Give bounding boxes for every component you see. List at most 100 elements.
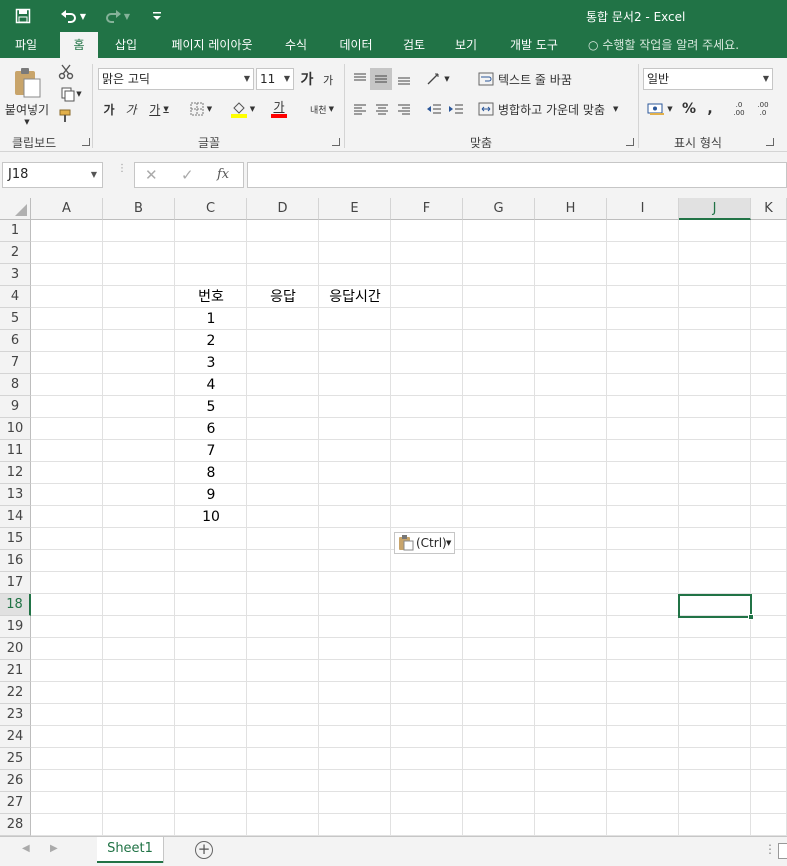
new-sheet-button[interactable]: + xyxy=(195,841,213,859)
align-bottom-button[interactable] xyxy=(394,68,414,90)
row-header-27[interactable]: 27 xyxy=(0,792,31,814)
row-header-2[interactable]: 2 xyxy=(0,242,31,264)
enter-icon[interactable]: ✓ xyxy=(181,166,194,184)
row-header-11[interactable]: 11 xyxy=(0,440,31,462)
underline-button[interactable]: 가 ▼ xyxy=(144,98,174,120)
tab-formulas[interactable]: 수식 xyxy=(278,32,314,58)
formula-bar-grip[interactable]: ⋮ xyxy=(117,164,127,182)
row-header-12[interactable]: 12 xyxy=(0,462,31,484)
row-header-14[interactable]: 14 xyxy=(0,506,31,528)
cell-d4[interactable]: 응답 xyxy=(247,286,319,308)
wrap-text-button[interactable]: 텍스트 줄 바꿈 xyxy=(478,68,582,90)
save-button[interactable] xyxy=(12,6,34,26)
accounting-format-button[interactable]: ▼ xyxy=(644,98,676,120)
row-header-21[interactable]: 21 xyxy=(0,660,31,682)
copy-button[interactable]: ▼ xyxy=(56,84,86,104)
cell-e4[interactable]: 응답시간 xyxy=(319,286,391,308)
decrease-font-button[interactable]: 가 xyxy=(320,70,336,90)
tab-file[interactable]: 파일 xyxy=(6,32,46,58)
row-header-20[interactable]: 20 xyxy=(0,638,31,660)
column-header-g[interactable]: G xyxy=(463,198,535,220)
scroll-sheets-left-icon[interactable]: ◀ xyxy=(22,843,30,854)
cell-c7[interactable]: 3 xyxy=(175,352,247,374)
select-all-button[interactable] xyxy=(0,198,31,220)
row-header-24[interactable]: 24 xyxy=(0,726,31,748)
cell-c13[interactable]: 9 xyxy=(175,484,247,506)
column-header-c[interactable]: C xyxy=(175,198,247,220)
align-middle-button[interactable] xyxy=(370,68,392,90)
orientation-button[interactable]: ▼ xyxy=(422,68,454,90)
bold-button[interactable]: 가 xyxy=(100,98,118,120)
row-header-10[interactable]: 10 xyxy=(0,418,31,440)
phonetic-guide-button[interactable]: 내천 ▼ xyxy=(306,98,338,120)
row-header-15[interactable]: 15 xyxy=(0,528,31,550)
tab-home[interactable]: 홈 xyxy=(60,32,98,58)
cell-c10[interactable]: 6 xyxy=(175,418,247,440)
redo-button[interactable]: ▼ xyxy=(100,6,134,26)
paste-options-button[interactable]: (Ctrl) ▼ xyxy=(394,532,455,554)
increase-indent-button[interactable] xyxy=(446,98,466,120)
alignment-dialog-launcher[interactable] xyxy=(626,138,634,146)
undo-button[interactable]: ▼ xyxy=(56,6,90,26)
decrease-decimal-button[interactable]: .00 .0 xyxy=(752,98,774,120)
comma-style-button[interactable]: , xyxy=(702,98,718,120)
row-header-19[interactable]: 19 xyxy=(0,616,31,638)
number-dialog-launcher[interactable] xyxy=(766,138,774,146)
cell-c8[interactable]: 4 xyxy=(175,374,247,396)
active-cell-j18[interactable] xyxy=(678,594,754,620)
font-size-combo[interactable]: 11 ▼ xyxy=(256,68,294,90)
clipboard-dialog-launcher[interactable] xyxy=(82,138,90,146)
cell-c6[interactable]: 2 xyxy=(175,330,247,352)
decrease-indent-button[interactable] xyxy=(424,98,444,120)
align-left-button[interactable] xyxy=(350,98,370,120)
tab-review[interactable]: 검토 xyxy=(396,32,432,58)
row-header-5[interactable]: 5 xyxy=(0,308,31,330)
column-header-b[interactable]: B xyxy=(103,198,175,220)
row-header-9[interactable]: 9 xyxy=(0,396,31,418)
increase-decimal-button[interactable]: .0 .00 xyxy=(728,98,750,120)
cell-c9[interactable]: 5 xyxy=(175,396,247,418)
align-center-button[interactable] xyxy=(372,98,392,120)
cell-c14[interactable]: 10 xyxy=(175,506,247,528)
format-painter-button[interactable] xyxy=(56,106,76,126)
more-options-icon[interactable]: ⋮ xyxy=(764,842,776,856)
column-header-d[interactable]: D xyxy=(247,198,319,220)
row-header-18[interactable]: 18 xyxy=(0,594,31,616)
tab-data[interactable]: 데이터 xyxy=(330,32,382,58)
row-header-23[interactable]: 23 xyxy=(0,704,31,726)
cancel-icon[interactable]: ✕ xyxy=(145,166,158,184)
worksheet-grid[interactable]: ABCDEFGHIJK 1 2 3 4 5 6 7 8 9 10 11 12 13 14 15 16 17 18 1… xyxy=(0,198,787,836)
row-header-26[interactable]: 26 xyxy=(0,770,31,792)
column-header-h[interactable]: H xyxy=(535,198,607,220)
insert-function-button[interactable]: fx xyxy=(217,167,229,182)
row-header-7[interactable]: 7 xyxy=(0,352,31,374)
cell-c5[interactable]: 1 xyxy=(175,308,247,330)
percent-style-button[interactable]: % xyxy=(680,98,698,120)
italic-button[interactable]: 가 xyxy=(122,98,140,120)
fill-handle[interactable] xyxy=(748,614,754,620)
cell-c11[interactable]: 7 xyxy=(175,440,247,462)
font-name-combo[interactable]: 맑은 고딕 ▼ xyxy=(98,68,254,90)
increase-font-button[interactable]: 가 xyxy=(298,68,316,90)
row-header-22[interactable]: 22 xyxy=(0,682,31,704)
column-header-a[interactable]: A xyxy=(31,198,103,220)
row-header-8[interactable]: 8 xyxy=(0,374,31,396)
horizontal-scrollbar[interactable] xyxy=(778,843,787,859)
row-header-4[interactable]: 4 xyxy=(0,286,31,308)
merge-center-button[interactable]: 병합하고 가운데 맞춤 ▼ xyxy=(478,98,634,120)
font-dialog-launcher[interactable] xyxy=(332,138,340,146)
row-header-17[interactable]: 17 xyxy=(0,572,31,594)
row-header-13[interactable]: 13 xyxy=(0,484,31,506)
row-header-1[interactable]: 1 xyxy=(0,220,31,242)
column-header-e[interactable]: E xyxy=(319,198,391,220)
scroll-sheets-right-icon[interactable]: ▶ xyxy=(50,843,58,854)
row-header-16[interactable]: 16 xyxy=(0,550,31,572)
align-top-button[interactable] xyxy=(350,68,370,90)
tab-page-layout[interactable]: 페이지 레이아웃 xyxy=(160,32,264,58)
row-header-28[interactable]: 28 xyxy=(0,814,31,836)
font-color-button[interactable]: 가 xyxy=(264,98,294,120)
column-header-k[interactable]: K xyxy=(751,198,787,220)
row-header-25[interactable]: 25 xyxy=(0,748,31,770)
paste-button[interactable]: 붙여넣기 ▼ xyxy=(4,62,50,130)
align-right-button[interactable] xyxy=(394,98,414,120)
